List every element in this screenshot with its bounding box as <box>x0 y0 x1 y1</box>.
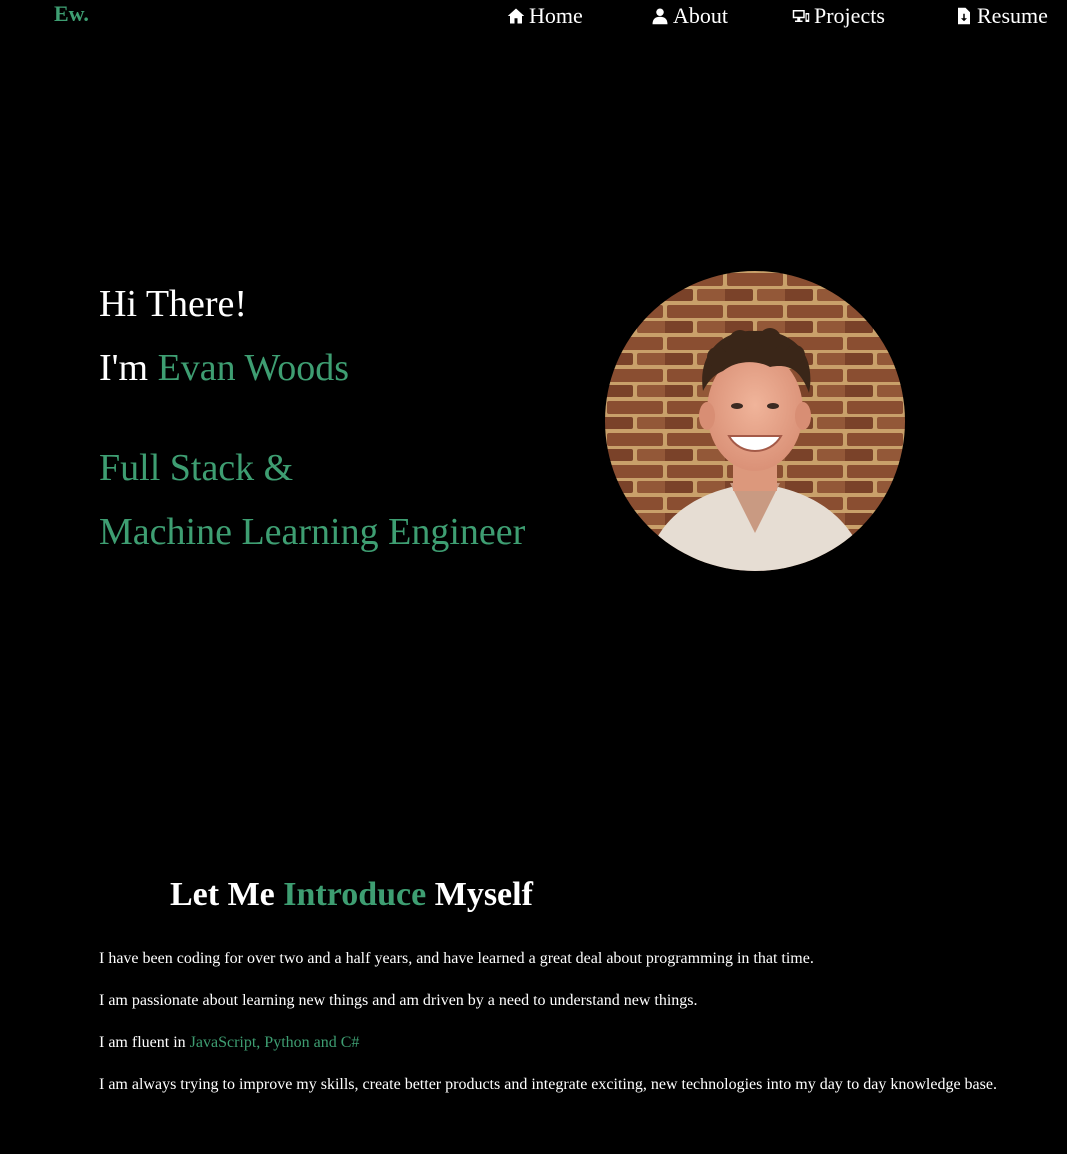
hero-role-line-1: Full Stack & <box>99 447 294 489</box>
user-icon <box>652 8 668 25</box>
page: Ew. Home About Projects Resume Hi There!… <box>0 0 1067 1154</box>
intro-paragraph-3-prefix: I am fluent in <box>99 1034 190 1051</box>
hero-name-line: I'm Evan Woods <box>99 349 349 387</box>
intro-title-part-2: Myself <box>426 876 533 913</box>
nav-about-label: About <box>673 3 728 28</box>
devices-icon <box>792 10 810 22</box>
nav-projects-label: Projects <box>814 3 885 28</box>
intro-paragraph-4: I am always trying to improve my skills,… <box>99 1076 997 1093</box>
hero-name: Evan Woods <box>157 347 350 389</box>
navbar: Ew. Home About Projects Resume <box>0 0 1067 34</box>
hero-greeting: Hi There! <box>99 283 248 325</box>
avatar <box>605 271 905 571</box>
intro-paragraph-1: I have been coding for over two and a ha… <box>99 950 814 967</box>
intro-title-part-1: Let Me <box>170 876 284 913</box>
intro-title-accent: Introduce <box>283 876 427 913</box>
intro-paragraph-3: I am fluent in JavaScript, Python and C# <box>99 1031 1019 1055</box>
file-download-icon <box>958 7 970 25</box>
hero-role-line-2: Machine Learning Engineer <box>99 511 526 553</box>
hero-im-prefix: I'm <box>99 347 158 389</box>
home-icon <box>507 8 525 24</box>
nav-resume-label: Resume <box>977 3 1048 28</box>
intro-text: I have been coding for over two and a ha… <box>99 947 1019 1115</box>
brand-logo[interactable]: Ew. <box>54 1 89 27</box>
nav-home-label: Home <box>529 3 583 28</box>
intro-paragraph-2: I am passionate about learning new thing… <box>99 992 698 1009</box>
nav-home-link[interactable]: Home <box>507 1 583 31</box>
intro-languages: JavaScript, Python and C# <box>189 1034 360 1051</box>
nav-resume-link[interactable]: Resume <box>955 1 1048 31</box>
nav-about-link[interactable]: About <box>651 1 728 31</box>
intro-title: Let Me Introduce Myself <box>170 878 533 912</box>
nav-projects-link[interactable]: Projects <box>792 1 885 31</box>
